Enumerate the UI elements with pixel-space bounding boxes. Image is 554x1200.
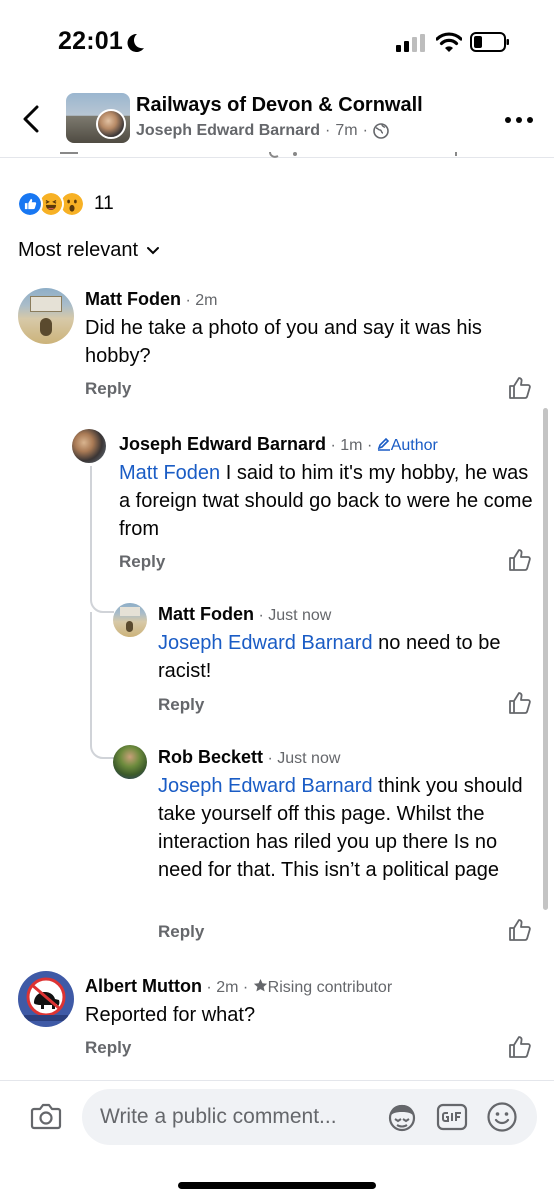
back-icon[interactable] [20,104,44,134]
author-name[interactable]: Matt Foden [85,289,181,309]
globe-icon [373,123,389,139]
reply-button[interactable]: Reply [85,379,131,399]
like-icon[interactable] [508,691,532,715]
comment-author[interactable]: Matt Foden · Just now [158,604,331,625]
mention-link[interactable]: Matt Foden [119,462,220,484]
avatar[interactable] [113,603,147,637]
post-header: Railways of Devon & Cornwall Joseph Edwa… [0,80,554,158]
comment-time: Just now [277,750,341,767]
avatar[interactable] [113,745,147,779]
author-name[interactable]: Joseph Edward Barnard [119,434,326,454]
comment-body: Did he take a photo of you and say it wa… [85,317,482,367]
reaction-summary[interactable]: 11 [17,190,114,218]
sort-dropdown[interactable]: Most relevant [18,239,160,262]
home-indicator[interactable] [178,1182,376,1189]
avatar[interactable] [72,429,106,463]
pencil-icon [377,437,390,451]
avatar-sticker-icon[interactable] [386,1102,418,1132]
comment-time: Just now [268,607,332,624]
thread-connector [90,590,114,613]
emoji-icon[interactable] [486,1101,518,1133]
comment-text: Joseph Edward Barnard no need to be raci… [158,629,536,685]
author-name[interactable]: Albert Mutton [85,976,202,996]
chevron-down-icon [147,246,160,254]
author-badge: Author [390,437,438,454]
comment-text: Reported for what? [85,1001,525,1029]
meta-separator: · [362,122,368,139]
reply-button[interactable]: Reply [158,695,204,715]
comment-author[interactable]: Joseph Edward Barnard · 1m · Author [119,434,438,455]
thread-line [90,466,92,596]
avatar[interactable] [18,288,74,344]
mention-link[interactable]: Joseph Edward Barnard [158,775,373,797]
reply-button[interactable]: Reply [119,552,165,572]
like-reaction-icon [17,191,43,217]
like-icon[interactable] [508,1035,532,1059]
camera-icon[interactable] [30,1101,62,1131]
like-icon[interactable] [508,376,532,400]
gif-icon[interactable] [436,1103,468,1131]
group-avatar[interactable] [66,93,130,143]
mention-link[interactable]: Joseph Edward Barnard [158,632,373,654]
comment-text: Joseph Edward Barnard think you should t… [158,772,536,884]
comment-author[interactable]: Albert Mutton · 2m · Rising contributor [85,976,392,997]
comment-time: 2m [216,979,239,996]
status-bar: 22:01 [0,0,554,80]
more-icon[interactable] [504,116,534,124]
sort-label: Most relevant [18,239,139,261]
star-icon [253,978,267,992]
elephant-logo [24,977,68,1021]
meta-separator: · [325,122,331,139]
thread-connector [90,736,114,759]
clipped-post-text [60,152,457,158]
comment-input[interactable]: Write a public comment... [82,1089,537,1145]
group-name[interactable]: Railways of Devon & Cornwall [136,94,423,117]
like-icon[interactable] [508,548,532,572]
comment-body: Reported for what? [85,1004,256,1026]
reply-button[interactable]: Reply [158,922,204,942]
author-name[interactable]: Matt Foden [158,604,254,624]
reaction-count: 11 [94,193,114,214]
author-avatar [96,109,126,139]
contributor-badge: Rising contributor [267,979,393,996]
author-name[interactable]: Rob Beckett [158,747,263,767]
comment-text: Did he take a photo of you and say it wa… [85,314,525,370]
comment-author[interactable]: Matt Foden · 2m [85,289,217,310]
reply-button[interactable]: Reply [85,1038,131,1058]
post-time: 7m [335,122,358,139]
comment-author[interactable]: Rob Beckett · Just now [158,747,340,768]
like-icon[interactable] [508,918,532,942]
status-time: 22:01 [58,27,123,55]
thread-line [90,612,92,742]
comment-time: 2m [195,292,218,309]
avatar[interactable] [18,971,74,1027]
moon-icon [127,33,144,52]
signal-icon [396,34,425,52]
battery-icon [470,32,509,52]
post-meta: Joseph Edward Barnard · 7m · [136,122,389,140]
comment-composer: Write a public comment... [0,1080,554,1200]
comment-placeholder: Write a public comment... [100,1105,337,1128]
post-author[interactable]: Joseph Edward Barnard [136,122,320,140]
comment-time: 1m [340,437,363,454]
scrollbar[interactable] [543,408,548,910]
comment-text: Matt Foden I said to him it's my hobby, … [119,459,537,543]
wifi-icon [436,32,462,52]
